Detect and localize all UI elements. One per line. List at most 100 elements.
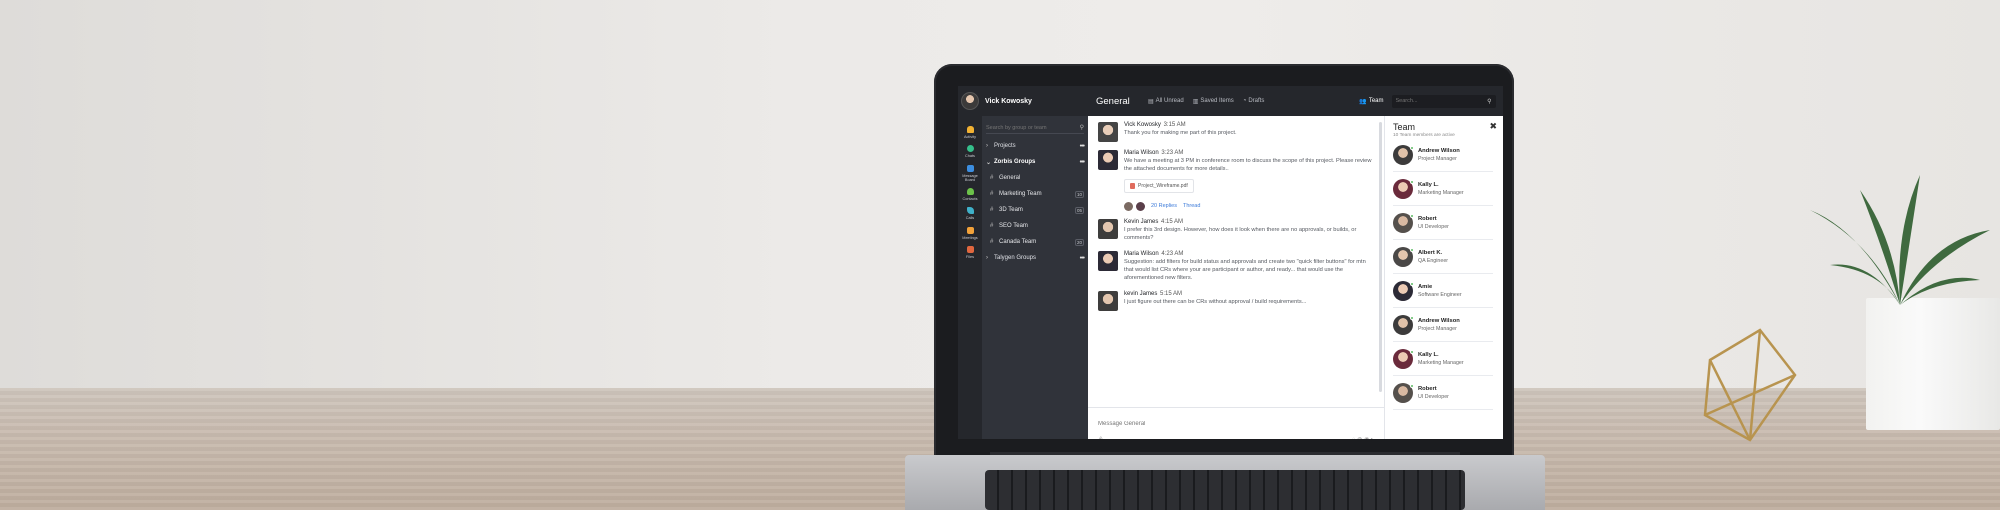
message-text: We have a meeting at 3 PM in conference …	[1124, 158, 1372, 173]
message-item: Vick Kowosky 3:15 AM Thank you for makin…	[1098, 122, 1376, 142]
channel-title: General	[1096, 95, 1130, 107]
team-member[interactable]: Robert UI Developer	[1393, 206, 1493, 240]
message-input[interactable]	[1098, 421, 1298, 427]
unread-icon: ▤	[1148, 98, 1154, 105]
team-member[interactable]: Amie Software Engineer	[1393, 274, 1493, 308]
replies-link[interactable]: 20 Replies	[1151, 203, 1177, 209]
group-talygen[interactable]: › Talygen Groups •••	[982, 250, 1088, 266]
channel-item-canada-team[interactable]: # Canada Team 20	[982, 234, 1088, 250]
files-icon	[966, 246, 974, 254]
bell-icon	[966, 126, 974, 133]
team-member[interactable]: Kally L. Marketing Manager	[1393, 172, 1493, 206]
channel-search[interactable]: ⚲	[986, 122, 1084, 134]
laptop-keyboard	[985, 470, 1465, 510]
thread-link[interactable]: Thread	[1183, 203, 1200, 209]
user-name: Vick Kowosky	[985, 97, 1032, 105]
chat-icon	[966, 145, 974, 153]
avatar	[1393, 144, 1414, 165]
message-author[interactable]: Maria Wilson	[1124, 150, 1159, 156]
file-attachment[interactable]: Project_Wireframe.pdf	[1124, 178, 1194, 193]
attachment-name: Project_Wireframe.pdf	[1138, 182, 1188, 189]
more-icon[interactable]: •••	[1080, 143, 1085, 150]
message-text: Thank you for making me part of this pro…	[1124, 130, 1237, 136]
chevron-right-icon: ›	[986, 255, 988, 261]
message-board-icon	[966, 164, 974, 172]
avatar[interactable]	[1098, 290, 1118, 311]
avatar	[1393, 382, 1414, 403]
message-scrollbar[interactable]	[1379, 122, 1382, 392]
team-title: Team	[1393, 122, 1416, 132]
thread-summary: 20 Replies Thread	[1124, 201, 1376, 211]
rail-files[interactable]: Files	[958, 246, 982, 259]
emoji-icon[interactable]: ◌ ◍ ◉ ▸	[1352, 436, 1374, 439]
message-author[interactable]: kevin James	[1124, 291, 1157, 297]
avatar	[1136, 201, 1145, 211]
message-text: I just figure out there can be CRs witho…	[1124, 298, 1307, 305]
message-author[interactable]: Maria Wilson	[1124, 251, 1159, 257]
channel-item-general[interactable]: # General	[982, 170, 1088, 186]
message-item: kevin James 5:15 AM I just figure out th…	[1098, 290, 1376, 311]
rail-message-board[interactable]: Message Board	[958, 164, 982, 183]
unread-badge: 20	[1074, 238, 1084, 246]
rail-meetings[interactable]: Meetings	[958, 226, 982, 240]
filter-saved-items[interactable]: ▥ Saved Items	[1193, 98, 1234, 105]
drafts-icon: ◔	[1242, 98, 1247, 104]
message-time: 3:15 AM	[1163, 122, 1186, 128]
channel-item-marketing-team[interactable]: # Marketing Team 10	[982, 186, 1088, 202]
message-composer: ⚘ ◌ ◍ ◉ ▸	[1088, 407, 1384, 439]
channel-search-input[interactable]	[986, 124, 1066, 131]
search-icon[interactable]: ⚲	[1487, 98, 1491, 105]
contacts-icon	[966, 188, 974, 196]
channel-item-seo-team[interactable]: # SEO Team	[982, 218, 1088, 234]
more-icon[interactable]: •••	[1080, 159, 1085, 166]
message-time: 5:15 AM	[1160, 290, 1183, 297]
avatar	[1393, 314, 1414, 335]
team-member[interactable]: Andrew Wilson Project Manager	[1393, 138, 1493, 172]
attach-icon[interactable]: ⚘	[1098, 436, 1103, 439]
filter-all-unread[interactable]: ▤ All Unread	[1148, 98, 1184, 105]
avatar[interactable]	[1098, 250, 1118, 271]
team-member[interactable]: Kally L. Marketing Manager	[1393, 342, 1493, 376]
avatar	[1393, 280, 1414, 301]
more-icon[interactable]: •••	[1080, 255, 1085, 262]
rail-chats[interactable]: Chats	[958, 145, 982, 158]
user-avatar[interactable]	[961, 92, 979, 110]
rail-calls[interactable]: Calls	[958, 207, 982, 220]
search-icon[interactable]: ⚲	[1080, 124, 1084, 131]
rail-contacts[interactable]: Contacts	[958, 188, 982, 201]
message-item: Kevin James 4:15 AM I prefer this 3rd de…	[1098, 218, 1376, 243]
close-icon[interactable]: ✖	[1489, 122, 1497, 131]
channel-item-3d-team[interactable]: # 3D Team 05	[982, 202, 1088, 218]
global-search-input[interactable]	[1395, 98, 1476, 104]
message-author[interactable]: Vick Kowosky	[1124, 122, 1161, 128]
pdf-icon	[1130, 182, 1135, 189]
filter-drafts[interactable]: ◔ Drafts	[1243, 98, 1265, 104]
team-member[interactable]: Andrew Wilson Project Manager	[1393, 308, 1493, 342]
message-time: 4:23 AM	[1161, 250, 1184, 257]
rail-activity[interactable]: Activity	[958, 126, 982, 139]
team-subtitle: 10 Team members are active	[1393, 133, 1455, 138]
icon-rail: Activity Chats Message Board Contacts Ca…	[958, 116, 982, 439]
current-user[interactable]: Vick Kowosky	[958, 92, 1078, 110]
phone-icon	[966, 207, 974, 215]
avatar[interactable]	[1098, 150, 1118, 170]
global-search[interactable]: ⚲	[1391, 94, 1496, 108]
unread-badge: 05	[1074, 206, 1084, 214]
team-member[interactable]: Robert UI Developer	[1393, 376, 1493, 410]
top-bar: Vick Kowosky General ▤ All Unread ▥ Saved …	[958, 86, 1503, 116]
hash-icon: #	[990, 207, 994, 213]
group-projects[interactable]: › Projects •••	[982, 138, 1088, 154]
online-status-icon	[1410, 247, 1414, 252]
team-toggle-button[interactable]: 👥 Team	[1359, 98, 1383, 105]
hash-icon: #	[990, 175, 994, 181]
message-author[interactable]: Kevin James	[1124, 219, 1158, 225]
message-time: 4:15 AM	[1161, 218, 1184, 225]
avatar[interactable]	[1098, 218, 1118, 239]
team-icon: 👥	[1359, 98, 1367, 105]
avatar[interactable]	[1098, 122, 1118, 142]
composer-toolbar: ⚘ ◌ ◍ ◉ ▸	[1098, 436, 1374, 439]
team-member[interactable]: Albert K. QA Engineer	[1393, 240, 1493, 274]
app-screen: Vick Kowosky General ▤ All Unread ▥ Saved …	[958, 86, 1503, 439]
avatar	[1393, 212, 1414, 233]
group-zorbis[interactable]: ⌄ Zorbis Groups •••	[982, 154, 1088, 170]
